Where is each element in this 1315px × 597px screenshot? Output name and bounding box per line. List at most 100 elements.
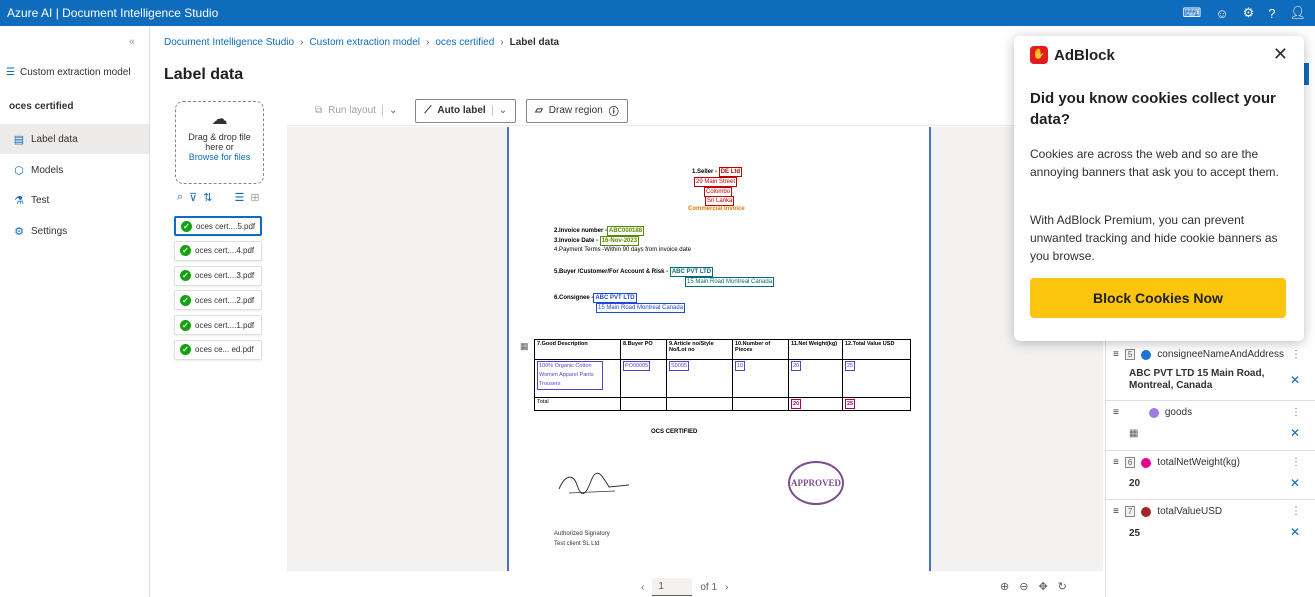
zoom-controls: ⊕ ⊖ ✥ ↻ — [1000, 580, 1067, 593]
file-item[interactable]: ✓ oces cert....3.pdf — [174, 265, 262, 286]
nav-item-label-data[interactable]: ▤ Label data — [0, 124, 149, 154]
model-type[interactable]: ☰ Custom extraction model — [6, 67, 131, 78]
run-layout-button[interactable]: ⧉ Run layout ⌄ — [307, 99, 405, 123]
browse-files-link[interactable]: Browse for files — [176, 152, 263, 162]
total-weight-region[interactable]: 20 — [791, 399, 802, 409]
invoice-date-region[interactable]: 16-Nov-2023 — [599, 236, 640, 246]
info-icon[interactable]: ⓘ — [609, 103, 619, 118]
next-page-icon[interactable]: › — [725, 582, 728, 593]
more-icon[interactable]: ⋮ — [1291, 457, 1301, 468]
goods-desc-region[interactable]: 100% Organic Cotton Women Apparel Pants … — [537, 361, 603, 390]
field-goods[interactable]: ≡ goods ⋮ ▦ ✕ — [1105, 401, 1315, 451]
check-icon: ✓ — [180, 344, 191, 356]
consignee-address-region[interactable]: 15 Main Road Montreal Canada — [596, 303, 686, 313]
nav-item-test[interactable]: ⚗ Test — [0, 185, 149, 215]
zoom-out-icon[interactable]: ⊖ — [1019, 580, 1028, 593]
file-item[interactable]: ✓ oces cert....5.pdf — [174, 216, 262, 236]
net-weight-region[interactable]: 20 — [791, 361, 802, 371]
search-icon[interactable]: ⌕ — [177, 191, 183, 204]
prev-page-icon[interactable]: ‹ — [641, 582, 644, 593]
total-value-region[interactable]: 25 — [845, 361, 856, 371]
goods-table: 7.Good Description 8.Buyer PO 9.Article … — [534, 339, 911, 411]
buyer-address-region[interactable]: 15 Main Road Montreal Canada — [685, 277, 775, 287]
doc-type-text: Commercial Invoice — [688, 206, 745, 212]
page-number-input[interactable]: 1 — [652, 578, 693, 596]
field-name: consigneeNameAndAddress — [1157, 349, 1285, 360]
nav-label: Test — [31, 194, 50, 206]
draw-region-icon: ▱ — [535, 105, 543, 116]
check-icon: ✓ — [180, 270, 191, 282]
wand-icon: ⟋ — [424, 105, 432, 116]
consignee-name-region[interactable]: ABC PVT LTD — [593, 293, 637, 303]
buyer-po-region[interactable]: PO00005 — [623, 361, 651, 371]
field-consignee[interactable]: ≡ 5 consigneeNameAndAddress ⋮ ABC PVT LTD … — [1105, 343, 1315, 401]
file-tools: ⌕ ⊽ ⇅ ☰ ⊞ — [177, 191, 260, 204]
file-name: oces cert....5.pdf — [196, 221, 256, 231]
smiley-icon[interactable]: ☺ — [1215, 6, 1228, 21]
grid-view-icon[interactable]: ⊞ — [250, 191, 259, 204]
adblock-hand-icon: ✋ — [1030, 46, 1048, 64]
seller-name-region[interactable]: DE Ltd — [718, 167, 743, 177]
table-header: 11.Net Weight(kg) — [788, 339, 843, 360]
breadcrumb-link[interactable]: Custom extraction model — [309, 37, 420, 48]
certified-text: OCS CERTIFIED — [651, 429, 698, 435]
more-icon[interactable]: ⋮ — [1291, 349, 1301, 360]
auto-label-button[interactable]: ⟋ Auto label ⌄ — [415, 98, 517, 123]
filter-icon[interactable]: ⊽ — [189, 191, 197, 204]
close-icon[interactable]: ✕ — [1290, 476, 1300, 490]
chevron-down-icon[interactable]: ⌄ — [381, 105, 397, 116]
invoice-no-region[interactable]: ABC000188 — [607, 226, 645, 236]
table-icon[interactable]: ▦ — [1129, 428, 1138, 440]
chevron-down-icon[interactable]: ⌄ — [491, 105, 507, 116]
buyer-name-region[interactable]: ABC PVT LTD — [669, 267, 714, 277]
seller-country-region[interactable]: Sri Lanka — [705, 196, 735, 206]
list-view-icon[interactable]: ☰ — [234, 191, 244, 204]
drag-handle-icon[interactable]: ≡ — [1113, 349, 1119, 360]
field-name: goods — [1164, 407, 1193, 418]
file-item[interactable]: ✓ oces cert....4.pdf — [174, 240, 262, 261]
document-page[interactable]: 1.Seller - DE Ltd 29 Main Street Colombo… — [507, 127, 931, 571]
field-total-value-usd[interactable]: ≡ 7 totalValueUSD ⋮ 25 ✕ — [1105, 500, 1315, 550]
keyboard-icon[interactable]: ⌨ — [1183, 5, 1202, 21]
close-icon[interactable]: ✕ — [1290, 525, 1300, 539]
adblock-brand: ✋ AdBlock — [1030, 46, 1115, 64]
buyer-label: 5.Buyer /Customer/For Account & Risk - — [554, 269, 669, 275]
close-icon[interactable]: ✕ — [1273, 44, 1288, 65]
total-usd-region[interactable]: 25 — [845, 399, 856, 409]
document-icon: ▤ — [13, 133, 25, 146]
block-cookies-button[interactable]: Block Cookies Now — [1030, 278, 1286, 318]
zoom-in-icon[interactable]: ⊕ — [1000, 580, 1009, 593]
close-icon[interactable]: ✕ — [1290, 426, 1300, 440]
nav-item-settings[interactable]: ⚙ Settings — [0, 216, 149, 246]
file-item[interactable]: ✓ oces ce... ed.pdf — [174, 339, 262, 360]
drag-handle-icon[interactable]: ≡ — [1113, 407, 1119, 418]
field-value: 25 — [1129, 528, 1141, 539]
drag-handle-icon[interactable]: ≡ — [1113, 457, 1119, 468]
more-icon[interactable]: ⋮ — [1291, 506, 1301, 517]
page-title: Label data — [164, 66, 244, 83]
user-icon[interactable]: 👤︎ — [1289, 5, 1306, 21]
rotate-icon[interactable]: ↻ — [1058, 580, 1067, 593]
auto-label-label: Auto label — [437, 105, 486, 116]
pieces-region[interactable]: 10 — [735, 361, 746, 371]
more-icon[interactable]: ⋮ — [1291, 407, 1301, 418]
breadcrumb-link[interactable]: Document Intelligence Studio — [164, 37, 294, 48]
table-icon[interactable]: ▦ — [520, 341, 529, 352]
article-no-region[interactable]: S0005 — [669, 361, 689, 371]
popup-text-1: Cookies are across the web and so are th… — [1030, 147, 1279, 179]
sort-icon[interactable]: ⇅ — [203, 191, 212, 204]
seller-address-region[interactable]: 29 Main Street — [694, 177, 738, 187]
close-icon[interactable]: ✕ — [1290, 373, 1300, 387]
help-icon[interactable]: ? — [1268, 6, 1275, 21]
nav-item-models[interactable]: ⬡ Models — [0, 155, 149, 185]
breadcrumb-link[interactable]: oces certified — [435, 37, 494, 48]
drag-handle-icon[interactable]: ≡ — [1113, 506, 1119, 517]
collapse-icon[interactable]: « — [129, 36, 135, 48]
field-total-net-weight[interactable]: ≡ 6 totalNetWeight(kg) ⋮ 20 ✕ — [1105, 451, 1315, 500]
fit-page-icon[interactable]: ✥ — [1038, 580, 1047, 593]
gear-icon[interactable]: ⚙ — [1243, 5, 1255, 21]
draw-region-button[interactable]: ▱ Draw region ⓘ — [526, 98, 628, 123]
file-item[interactable]: ✓ oces cert....2.pdf — [174, 290, 262, 311]
file-dropzone[interactable]: ☁ Drag & drop file here or Browse for fi… — [175, 101, 264, 184]
file-item[interactable]: ✓ oces cert....1.pdf — [174, 315, 262, 336]
